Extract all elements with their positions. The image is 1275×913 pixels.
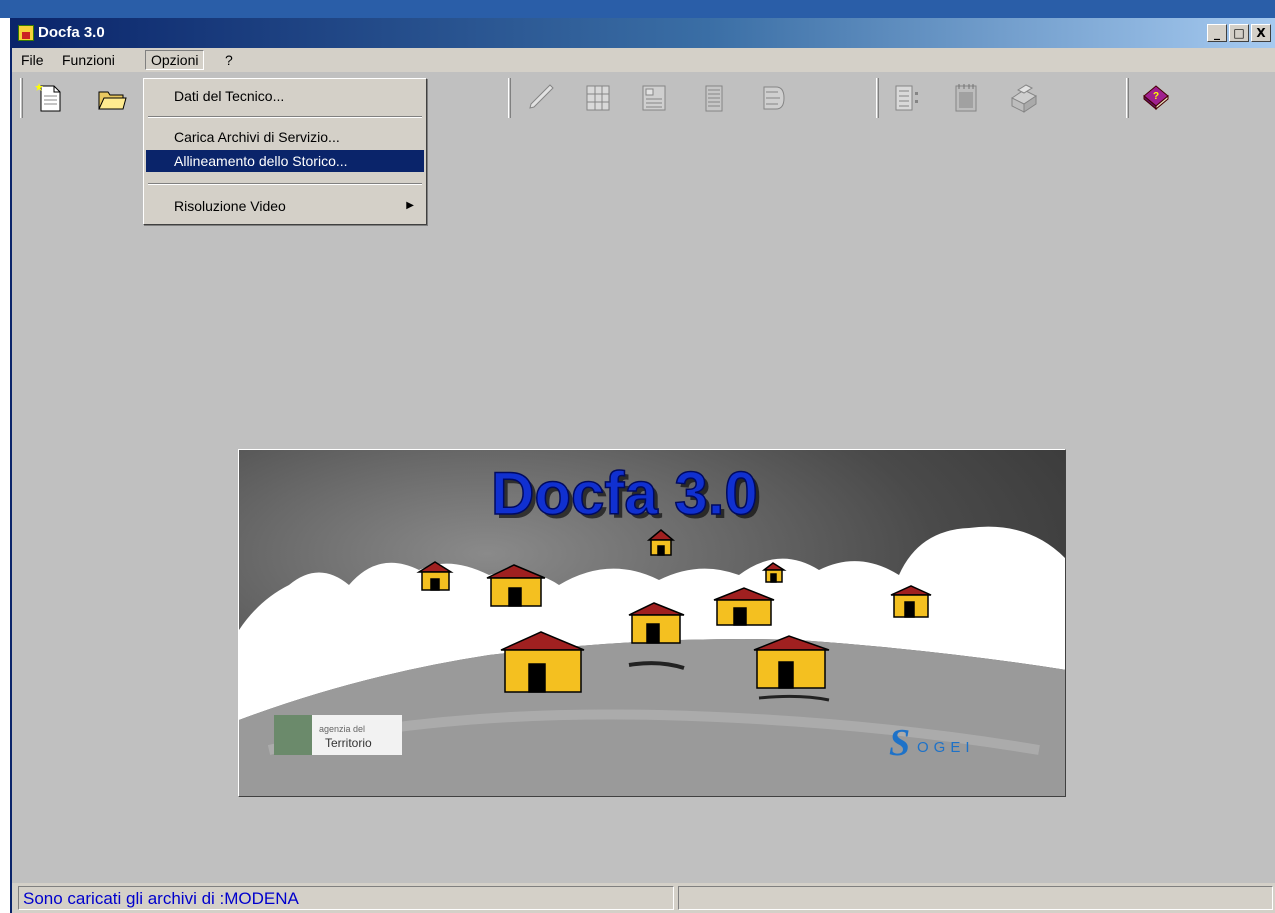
agency-logo-image <box>274 715 312 755</box>
window-controls: _ □ X <box>1207 24 1271 42</box>
menuitem-allineamento-storico[interactable]: Allineamento dello Storico... <box>146 150 424 172</box>
toolbar-separator <box>20 78 23 118</box>
status-message: Sono caricati gli archivi di :MODENA <box>18 886 674 910</box>
layout-icon[interactable] <box>892 82 924 114</box>
agency-line1: agenzia del <box>319 724 365 734</box>
list-icon[interactable] <box>698 82 730 114</box>
menu-file[interactable]: File <box>16 51 49 69</box>
stack-icon[interactable] <box>756 82 788 114</box>
open-folder-icon[interactable] <box>96 82 128 114</box>
client-area: Docfa 3.0 Docfa 3.0 agenzia del Territor… <box>12 122 1275 883</box>
menu-help[interactable]: ? <box>220 51 238 69</box>
grid-icon[interactable] <box>582 82 614 114</box>
desktop-background <box>0 0 1275 18</box>
splash-title: Docfa 3.0 <box>491 460 758 527</box>
edit-pen-icon[interactable] <box>524 82 556 114</box>
menuitem-risoluzione-label: Risoluzione Video <box>174 198 286 214</box>
menu-funzioni[interactable]: Funzioni <box>57 51 120 69</box>
menuitem-carica-archivi[interactable]: Carica Archivi di Servizio... <box>146 126 424 148</box>
new-document-icon[interactable] <box>34 82 66 114</box>
toolbar-separator <box>876 78 879 118</box>
printer-icon[interactable] <box>1006 82 1038 114</box>
status-pane-right <box>678 886 1273 910</box>
title-bar[interactable]: Docfa 3.0 _ □ X <box>12 18 1275 48</box>
agency-line2: Territorio <box>325 736 372 750</box>
splash-image: Docfa 3.0 Docfa 3.0 agenzia del Territor… <box>238 449 1066 797</box>
menu-separator <box>148 183 422 185</box>
app-icon[interactable] <box>18 25 34 41</box>
menu-separator <box>148 116 422 118</box>
menuitem-risoluzione-video[interactable]: Risoluzione Video ▶ <box>146 195 424 217</box>
svg-text:?: ? <box>1153 91 1159 102</box>
help-book-icon[interactable]: ? <box>1140 82 1172 114</box>
submenu-arrow-icon: ▶ <box>406 200 414 211</box>
form-icon[interactable] <box>638 82 670 114</box>
opzioni-dropdown-menu: Dati del Tecnico... Carica Archivi di Se… <box>143 78 427 225</box>
menu-bar: File Funzioni Opzioni ? <box>12 48 1275 72</box>
calendar-icon[interactable] <box>950 82 982 114</box>
minimize-button[interactable]: _ <box>1207 24 1227 42</box>
maximize-button[interactable]: □ <box>1229 24 1249 42</box>
close-button[interactable]: X <box>1251 24 1271 42</box>
vendor-logo-initial: S <box>889 722 910 764</box>
window-title: Docfa 3.0 <box>38 24 105 41</box>
splash-artwork: Docfa 3.0 Docfa 3.0 agenzia del Territor… <box>239 459 1065 796</box>
menuitem-dati-tecnico[interactable]: Dati del Tecnico... <box>146 85 424 107</box>
vendor-logo: OGEI <box>917 739 975 756</box>
toolbar-separator <box>508 78 511 118</box>
status-bar: Sono caricati gli archivi di :MODENA <box>12 883 1275 913</box>
toolbar-separator <box>1126 78 1129 118</box>
menu-opzioni[interactable]: Opzioni <box>145 50 205 70</box>
